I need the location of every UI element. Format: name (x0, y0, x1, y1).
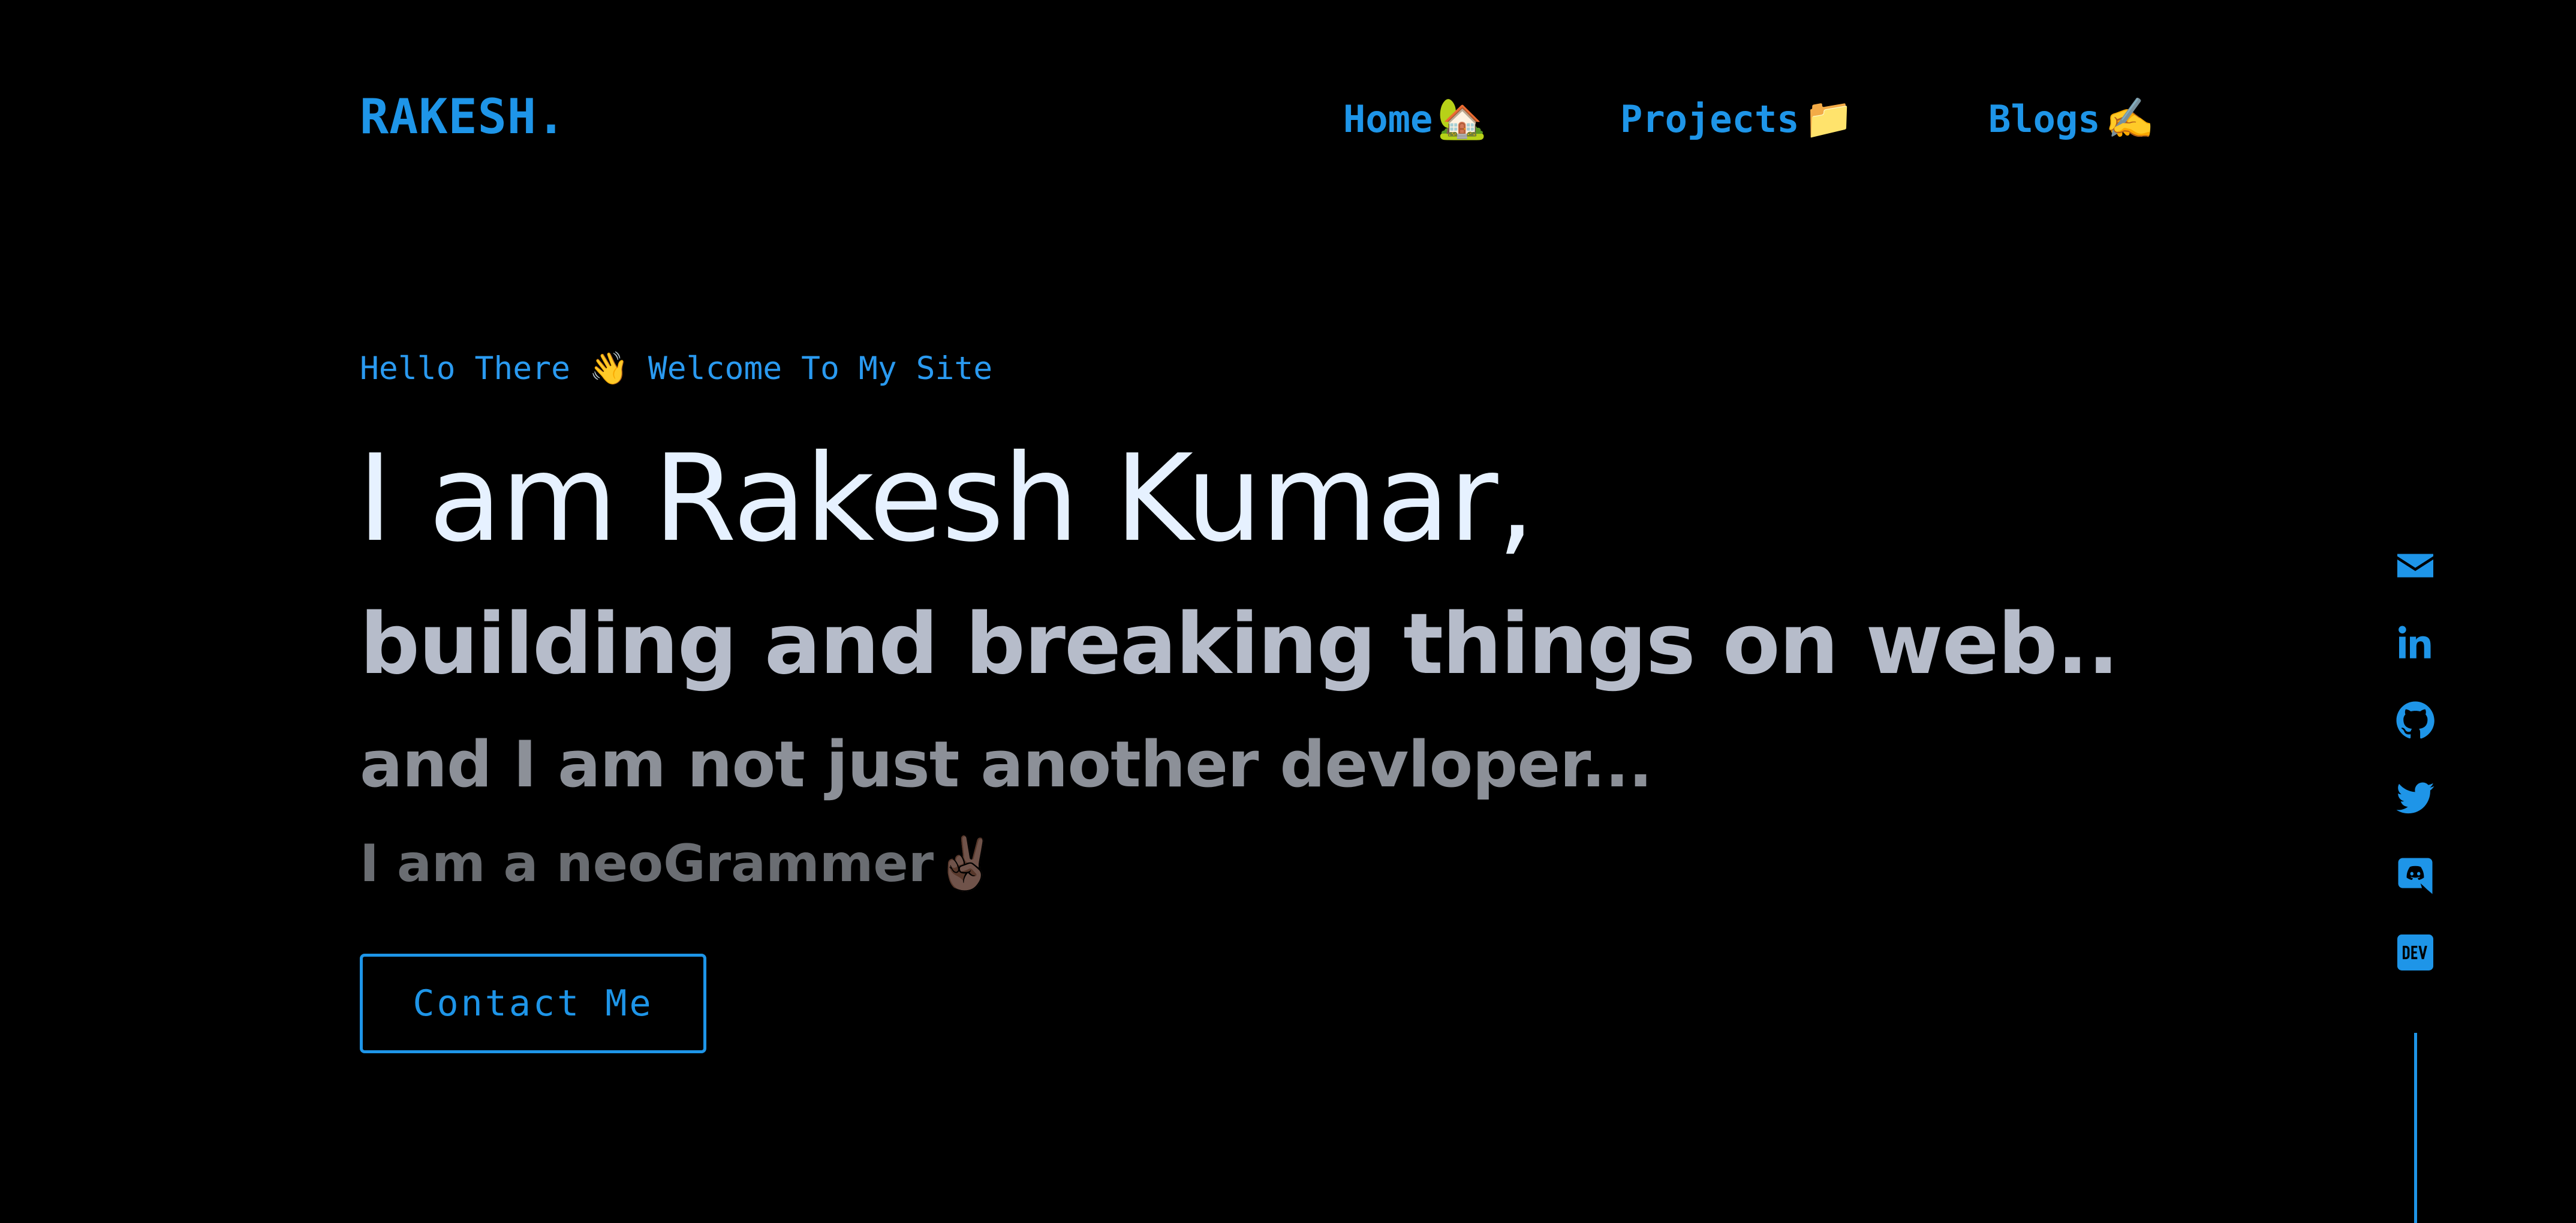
greeting-prefix: Hello There (360, 350, 570, 387)
social-linkedin-link[interactable] (2393, 620, 2438, 666)
hero-identity: I am a neoGrammer✌🏿 (360, 834, 998, 894)
social-mail-link[interactable] (2393, 543, 2438, 588)
hero-tagline: building and breaking things on web.. (360, 596, 2119, 693)
greeting-suffix: Welcome To My Site (648, 350, 993, 387)
discord-icon (2398, 858, 2433, 894)
social-discord-link[interactable] (2393, 852, 2438, 898)
dev-icon (2397, 934, 2433, 970)
waving-hand-icon: 👋 (589, 350, 629, 387)
linkedin-icon (2399, 626, 2431, 659)
nav-projects[interactable]: Projects 📁 (1620, 95, 1853, 143)
folder-icon: 📁 (1804, 95, 1853, 142)
page: RAKESH. Home 🏡 Projects 📁 Blogs ✍️ Hello… (0, 0, 2576, 1223)
writing-hand-icon: ✍️ (2105, 95, 2154, 142)
hero-subline: and I am not just another devloper... (360, 728, 1653, 801)
nav-blogs-label: Blogs (1988, 97, 2100, 141)
house-icon: 🏡 (1437, 95, 1487, 142)
nav-home[interactable]: Home 🏡 (1343, 95, 1487, 143)
greeting: Hello There 👋 Welcome To My Site (360, 348, 992, 390)
twitter-icon (2396, 782, 2434, 814)
nav-home-label: Home (1343, 97, 1433, 141)
nav-blogs[interactable]: Blogs ✍️ (1988, 95, 2154, 143)
hero-headline: I am Rakesh Kumar, (357, 429, 1535, 569)
social-vertical-line (2414, 1033, 2417, 1223)
github-icon (2396, 701, 2434, 739)
social-twitter-link[interactable] (2393, 775, 2438, 821)
social-github-link[interactable] (2393, 698, 2438, 743)
social-links (2393, 543, 2438, 1007)
social-dev-link[interactable] (2393, 930, 2438, 975)
contact-me-button[interactable]: Contact Me (360, 954, 706, 1053)
mail-icon (2397, 554, 2433, 578)
site-logo[interactable]: RAKESH. (360, 90, 566, 144)
nav-projects-label: Projects (1620, 97, 1799, 141)
